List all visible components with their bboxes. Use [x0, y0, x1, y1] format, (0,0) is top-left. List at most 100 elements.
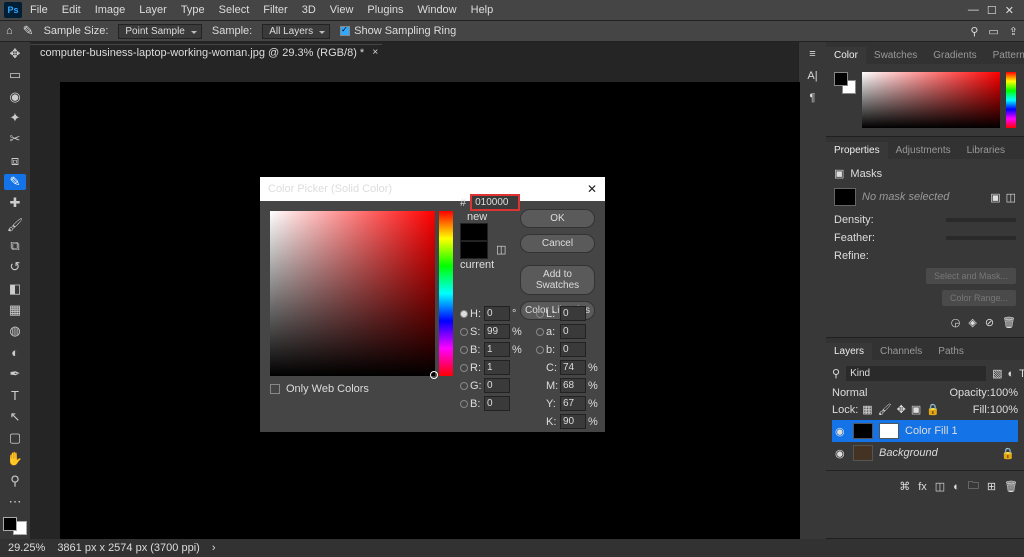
character-panel-icon[interactable]: A|	[807, 70, 817, 82]
brush-tool[interactable]: 🖌	[4, 217, 26, 233]
hand-tool[interactable]: ✋	[4, 451, 26, 467]
tab-swatches[interactable]: Swatches	[866, 47, 925, 64]
menu-view[interactable]: View	[324, 0, 360, 20]
share-icon[interactable]: ⇪	[1009, 25, 1018, 38]
bb-input[interactable]	[484, 396, 510, 411]
tab-color[interactable]: Color	[826, 47, 866, 64]
s-input[interactable]	[484, 324, 510, 339]
move-tool[interactable]: ✥	[4, 46, 26, 62]
eyedropper-icon[interactable]: ✎	[23, 23, 34, 39]
add-mask-icon[interactable]: ◫	[935, 480, 945, 493]
color-panel-hue[interactable]	[1006, 72, 1016, 128]
l-input[interactable]	[560, 306, 586, 321]
radio-r[interactable]	[460, 364, 468, 372]
layer-thumbnail[interactable]	[853, 445, 873, 461]
stamp-tool[interactable]: ⧉	[4, 238, 26, 254]
m-input[interactable]	[560, 378, 586, 393]
radio-bb[interactable]	[460, 400, 468, 408]
hue-slider[interactable]	[439, 211, 453, 376]
history-brush-tool[interactable]: ↺	[4, 259, 26, 275]
lock-icon[interactable]: 🔒	[1001, 447, 1015, 460]
load-selection-icon[interactable]: ◶	[951, 316, 961, 329]
color-range-button[interactable]: Color Range...	[942, 290, 1016, 306]
menu-plugins[interactable]: Plugins	[361, 0, 409, 20]
current-color-swatch[interactable]	[460, 241, 488, 259]
tab-gradients[interactable]: Gradients	[925, 47, 984, 64]
menu-file[interactable]: File	[24, 0, 54, 20]
path-tool[interactable]: ↖	[4, 409, 26, 425]
menu-layer[interactable]: Layer	[133, 0, 173, 20]
zoom-tool[interactable]: ⚲	[4, 473, 26, 489]
menu-help[interactable]: Help	[465, 0, 500, 20]
a-input[interactable]	[560, 324, 586, 339]
lock-image-icon[interactable]: 🖌	[878, 403, 892, 416]
layer-row[interactable]: ◉ Color Fill 1	[832, 420, 1018, 442]
fill-value[interactable]: 100%	[990, 404, 1018, 416]
doc-dimensions[interactable]: 3861 px x 2574 px (3700 ppi)	[57, 542, 200, 554]
layer-filter-input[interactable]	[846, 366, 986, 381]
radio-g[interactable]	[460, 382, 468, 390]
menu-image[interactable]: Image	[89, 0, 132, 20]
hex-input[interactable]	[470, 194, 520, 211]
k-input[interactable]	[560, 414, 586, 429]
cancel-button[interactable]: Cancel	[520, 234, 595, 253]
ok-button[interactable]: OK	[520, 209, 595, 228]
menu-window[interactable]: Window	[412, 0, 463, 20]
lock-transparent-icon[interactable]: ▦	[862, 403, 872, 416]
history-panel-icon[interactable]: ≡	[809, 48, 815, 60]
pen-tool[interactable]: ✒	[4, 366, 26, 382]
add-swatches-button[interactable]: Add to Swatches	[520, 265, 595, 295]
sample-dropdown[interactable]: All Layers	[262, 24, 330, 39]
r-input[interactable]	[484, 360, 510, 375]
edit-toolbar[interactable]: ⋯	[4, 494, 26, 510]
eyedropper-tool[interactable]: ✎	[4, 174, 26, 190]
workspace-icon[interactable]: ▭	[988, 25, 998, 38]
foreground-background-colors[interactable]	[3, 517, 27, 535]
radio-h[interactable]	[460, 310, 468, 318]
opacity-value[interactable]: 100%	[990, 387, 1018, 399]
eraser-tool[interactable]: ◧	[4, 281, 26, 297]
sample-size-dropdown[interactable]: Point Sample	[118, 24, 201, 39]
tab-adjustments[interactable]: Adjustments	[888, 142, 959, 159]
delete-layer-icon[interactable]: 🗑	[1004, 480, 1018, 493]
b-input[interactable]	[484, 342, 510, 357]
tab-channels[interactable]: Channels	[872, 343, 930, 360]
visibility-icon[interactable]: ◉	[835, 447, 847, 460]
show-sampling-ring-checkbox[interactable]	[340, 26, 350, 36]
close-tab-icon[interactable]: ×	[372, 47, 378, 58]
lock-artboard-icon[interactable]: ▣	[911, 403, 921, 416]
window-close-icon[interactable]: ✕	[1005, 4, 1014, 17]
lock-all-icon[interactable]: 🔒	[926, 403, 940, 416]
heal-tool[interactable]: ✚	[4, 195, 26, 211]
search-icon[interactable]: ⚲	[970, 25, 978, 38]
menu-select[interactable]: Select	[213, 0, 256, 20]
marquee-tool[interactable]: ▭	[4, 67, 26, 83]
blur-tool[interactable]: ◍	[4, 323, 26, 339]
y-input[interactable]	[560, 396, 586, 411]
pixel-mask-icon[interactable]: ▣	[990, 191, 1000, 204]
tab-patterns[interactable]: Patterns	[985, 47, 1024, 64]
wand-tool[interactable]: ✦	[4, 110, 26, 126]
window-minimize-icon[interactable]: —	[968, 4, 979, 17]
radio-b[interactable]	[460, 346, 468, 354]
lasso-tool[interactable]: ◉	[4, 89, 26, 105]
status-arrow-icon[interactable]: ›	[212, 542, 216, 554]
b2-input[interactable]	[560, 342, 586, 357]
link-layers-icon[interactable]: ⌘	[899, 480, 910, 493]
menu-filter[interactable]: Filter	[257, 0, 293, 20]
filter-type-icon[interactable]: T	[1019, 368, 1024, 380]
layer-thumbnail[interactable]	[853, 423, 873, 439]
tab-libraries[interactable]: Libraries	[959, 142, 1013, 159]
select-and-mask-button[interactable]: Select and Mask...	[926, 268, 1016, 284]
home-icon[interactable]: ⌂	[6, 25, 13, 37]
zoom-level[interactable]: 29.25%	[8, 542, 45, 554]
radio-l[interactable]	[536, 310, 544, 318]
radio-b2[interactable]	[536, 346, 544, 354]
menu-type[interactable]: Type	[175, 0, 211, 20]
tab-layers[interactable]: Layers	[826, 343, 872, 360]
dialog-close-icon[interactable]: ✕	[587, 182, 597, 196]
layer-row[interactable]: ◉ Background 🔒	[832, 442, 1018, 464]
frame-tool[interactable]: ⧈	[4, 153, 26, 169]
feather-slider[interactable]	[946, 236, 1016, 240]
filter-icon[interactable]: ⚲	[832, 367, 840, 380]
